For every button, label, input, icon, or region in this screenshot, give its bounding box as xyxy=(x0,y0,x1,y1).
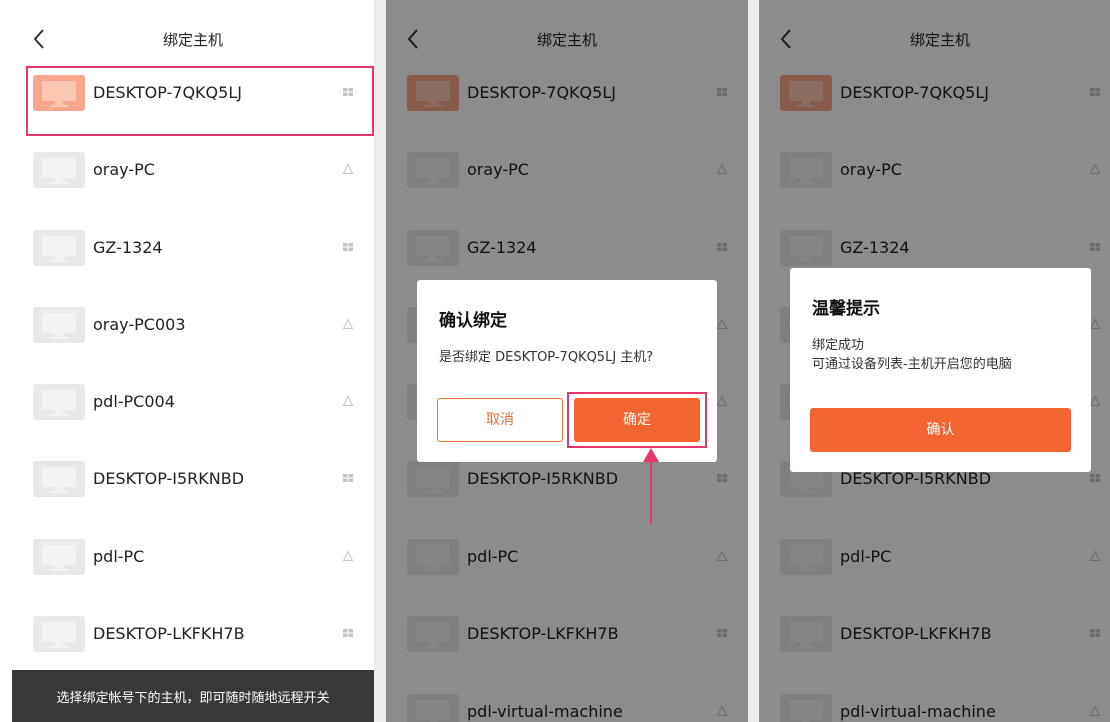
nav-bar: 绑定主机 xyxy=(12,14,374,66)
panel-divider xyxy=(374,0,386,722)
linux-icon xyxy=(342,395,354,406)
host-name: DESKTOP-I5RKNBD xyxy=(93,469,245,488)
host-name: DESKTOP-LKFKH7B xyxy=(93,624,245,643)
page-title: 绑定主机 xyxy=(162,31,223,49)
host-row[interactable]: GZ-1324 xyxy=(12,217,374,293)
computer-icon xyxy=(33,307,85,343)
dialog-message: 绑定成功 可通过设备列表-主机开启您的电脑 xyxy=(812,336,1012,374)
dialog-message: 是否绑定 DESKTOP-7QKQ5LJ 主机? xyxy=(439,350,654,365)
confirm-bind-screen: 绑定主机 DESKTOP-7QKQ5LJoray-PCGZ-1324oray-P… xyxy=(386,0,748,722)
host-name: DESKTOP-7QKQ5LJ xyxy=(93,83,242,102)
computer-icon xyxy=(33,75,85,111)
host-name: oray-PC003 xyxy=(93,315,186,334)
host-row[interactable]: oray-PC003 xyxy=(12,294,374,370)
windows-icon xyxy=(343,88,353,96)
cancel-button[interactable]: 取消 xyxy=(437,398,563,442)
panel-divider xyxy=(748,0,759,722)
computer-icon xyxy=(33,461,85,497)
host-name: pdl-PC004 xyxy=(93,392,175,411)
computer-icon xyxy=(33,152,85,188)
host-row[interactable]: DESKTOP-LKFKH7B xyxy=(12,603,374,679)
pointer-arrow-icon xyxy=(643,448,659,524)
host-row[interactable]: pdl-PC xyxy=(12,526,374,602)
linux-icon xyxy=(342,318,354,329)
bind-success-screen: 绑定主机 DESKTOP-7QKQ5LJoray-PCGZ-1324oray-P… xyxy=(759,0,1110,722)
dialog-title: 确认绑定 xyxy=(439,311,507,331)
tip-dialog: 温馨提示 绑定成功 可通过设备列表-主机开启您的电脑 确认 xyxy=(790,268,1091,472)
footer-hint: 选择绑定帐号下的主机，即可随时随地远程开关 xyxy=(12,670,374,722)
windows-icon xyxy=(343,474,353,482)
dialog-line-1: 绑定成功 xyxy=(812,338,865,353)
windows-icon xyxy=(343,629,353,637)
dialog-line-2: 可通过设备列表-主机开启您的电脑 xyxy=(812,357,1012,372)
linux-icon xyxy=(342,550,354,561)
host-row[interactable]: DESKTOP-I5RKNBD xyxy=(12,448,374,524)
host-row[interactable]: DESKTOP-7QKQ5LJ xyxy=(12,62,374,138)
computer-icon xyxy=(33,539,85,575)
computer-icon xyxy=(33,616,85,652)
host-list-screen: 绑定主机 DESKTOP-7QKQ5LJ oray-PC GZ-1324 oray-P… xyxy=(12,0,374,722)
linux-icon xyxy=(342,163,354,174)
host-name: GZ-1324 xyxy=(93,238,163,257)
windows-icon xyxy=(343,243,353,251)
dialog-title: 温馨提示 xyxy=(812,299,880,319)
host-row[interactable]: pdl-PC004 xyxy=(12,371,374,447)
computer-icon xyxy=(33,384,85,420)
confirm-button[interactable]: 确定 xyxy=(574,398,700,442)
computer-icon xyxy=(33,230,85,266)
host-name: oray-PC xyxy=(93,160,155,179)
host-row[interactable]: oray-PC xyxy=(12,139,374,215)
acknowledge-button[interactable]: 确认 xyxy=(810,408,1071,452)
host-name: pdl-PC xyxy=(93,547,145,566)
confirm-bind-dialog: 确认绑定 是否绑定 DESKTOP-7QKQ5LJ 主机? 取消 确定 xyxy=(417,280,717,462)
